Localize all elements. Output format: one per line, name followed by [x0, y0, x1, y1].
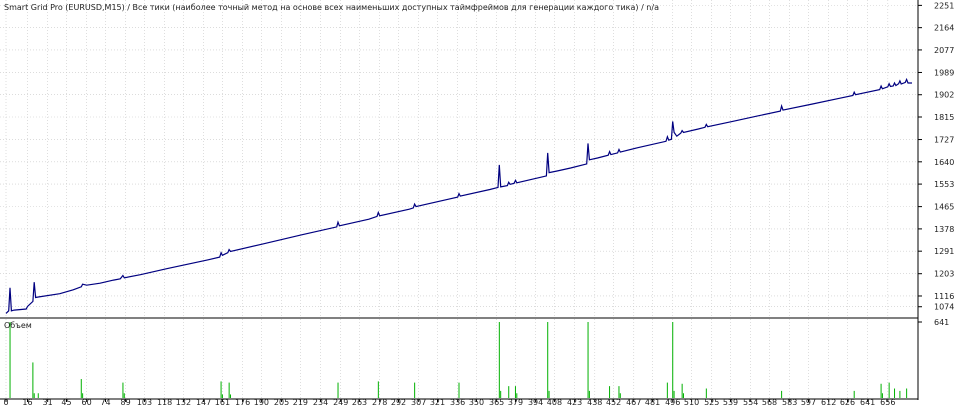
x-tick-label: 16 — [22, 398, 32, 406]
x-tick-label: 539 — [723, 398, 738, 406]
y-tick-label: 1640 — [934, 158, 954, 167]
x-tick-label: 379 — [508, 398, 523, 406]
x-tick-label: 510 — [684, 398, 699, 406]
x-tick-label: 597 — [801, 398, 816, 406]
x-tick-label: 656 — [880, 398, 895, 406]
x-tick-label: 161 — [215, 398, 230, 406]
y-tick-label: 1465 — [934, 203, 954, 212]
x-tick-label: 219 — [293, 398, 308, 406]
x-tick-label: 278 — [372, 398, 387, 406]
y-tick-label: 1116 — [934, 292, 954, 301]
y-tick-label: 1815 — [934, 113, 954, 122]
x-tick-label: 31 — [43, 398, 53, 406]
y-tick-label: 1074 — [934, 303, 954, 312]
x-tick-label: 147 — [196, 398, 211, 406]
y-tick-label: 1553 — [934, 180, 954, 189]
x-tick-label: 452 — [606, 398, 621, 406]
x-tick-label: 423 — [567, 398, 582, 406]
chart-title: Smart Grid Pro (EURUSD,M15) / Все тики (… — [4, 3, 659, 12]
x-tick-label: 45 — [61, 398, 71, 406]
x-tick-label: 350 — [469, 398, 484, 406]
x-tick-label: 554 — [743, 398, 758, 406]
x-tick-label: 583 — [782, 398, 797, 406]
x-tick-label: 132 — [176, 398, 191, 406]
x-tick-label: 525 — [704, 398, 719, 406]
y-tick-labels: 1074 1116 1203 1291 1378 1465 1553 1640 1727 1815… — [918, 1, 954, 327]
x-tick-labels: 0 16 31 45 60 74 89 103 118 132 147 161 176 190 205 219… — [3, 398, 895, 406]
x-tick-label: 568 — [762, 398, 777, 406]
volume-panel-title: Объем — [4, 321, 32, 330]
x-tick-label: 641 — [860, 398, 875, 406]
x-tick-label: 176 — [235, 398, 250, 406]
x-tick-label: 408 — [547, 398, 562, 406]
x-tick-label: 205 — [274, 398, 289, 406]
y-tick-label: 1989 — [934, 68, 954, 77]
x-tick-label: 438 — [587, 398, 602, 406]
x-tick-label: 263 — [352, 398, 367, 406]
x-tick-label: 612 — [821, 398, 836, 406]
x-tick-label: 394 — [528, 398, 543, 406]
x-tick-label: 103 — [137, 398, 152, 406]
x-tick-label: 626 — [840, 398, 855, 406]
x-tick-label: 481 — [645, 398, 660, 406]
y-tick-label: 1203 — [934, 270, 954, 279]
y-tick-label: 1727 — [934, 136, 954, 145]
x-tick-label: 74 — [100, 398, 110, 406]
x-tick-label: 60 — [82, 398, 92, 406]
volume-bars — [9, 322, 908, 398]
x-tick-label: 249 — [333, 398, 348, 406]
x-tick-label: 190 — [254, 398, 269, 406]
chart: 1074 1116 1203 1291 1378 1465 1553 1640 1727 1815… — [0, 0, 954, 406]
y-tick-label: 2164 — [934, 24, 954, 33]
x-tick-label: 307 — [411, 398, 426, 406]
x-tick-label: 467 — [626, 398, 641, 406]
volume-y-tick-label: 641 — [934, 318, 949, 327]
y-tick-label: 1378 — [934, 225, 954, 234]
x-tick-label: 118 — [157, 398, 172, 406]
x-tick-label: 0 — [3, 398, 8, 406]
y-tick-label: 1902 — [934, 91, 954, 100]
x-tick-label: 365 — [489, 398, 504, 406]
x-tick-label: 496 — [665, 398, 680, 406]
y-tick-label: 1291 — [934, 247, 954, 256]
y-tick-label: 2077 — [934, 46, 954, 55]
volume-chart-grid — [5, 319, 889, 399]
x-tick-label: 292 — [391, 398, 406, 406]
series-line — [5, 77, 912, 314]
main-chart-grid — [0, 0, 918, 318]
x-tick-label: 89 — [121, 398, 131, 406]
x-tick-label: 321 — [430, 398, 445, 406]
x-tick-label: 336 — [450, 398, 465, 406]
x-tick-label: 234 — [313, 398, 328, 406]
y-tick-label: 2251 — [934, 1, 954, 10]
